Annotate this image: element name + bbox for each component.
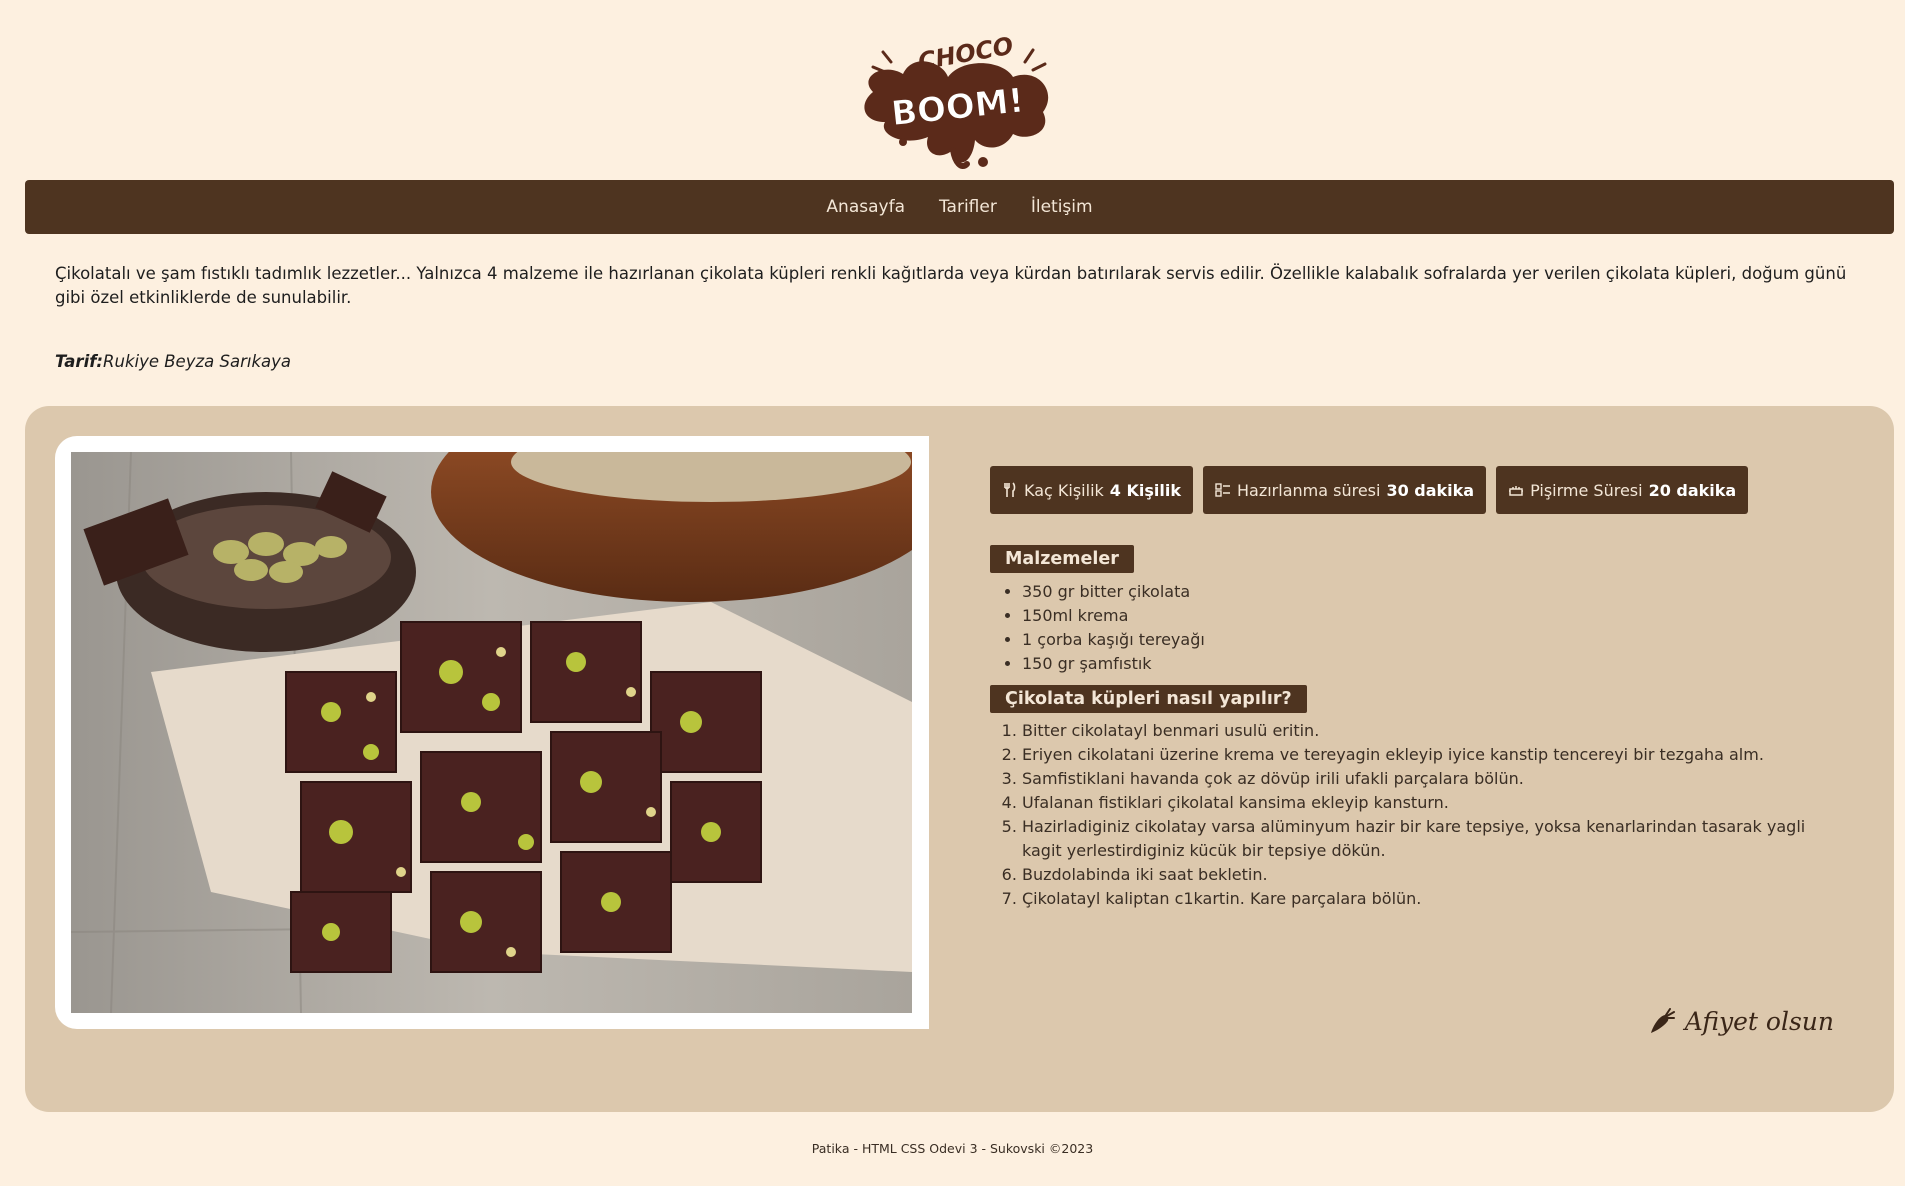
step-item: Ufalanan fistiklari çikolatal kansima ek… [1022, 791, 1842, 815]
main-nav: Anasayfa Tarifler İletişim [25, 180, 1894, 234]
step-item: Hazirladiginiz cikolatay varsa alüminyum… [1022, 815, 1842, 863]
ingredient-item: 350 gr bitter çikolata [1022, 580, 1850, 604]
ingredient-item: 1 çorba kaşığı tereyağı [1022, 628, 1850, 652]
step-item: Samfistiklani havanda çok az dövüp irili… [1022, 767, 1842, 791]
recipe-author: Tarif:Rukiye Beyza Sarıkaya [55, 352, 291, 371]
step-item: Çikolatayl kaliptan c1kartin. Kare parça… [1022, 887, 1842, 911]
recipe-card: Kaç Kişilik 4 Kişilik Hazırlanma süresi … [25, 406, 1894, 1112]
step-item: Bitter cikolatayl benmari usulü eritin. [1022, 719, 1842, 743]
ingredients-title: Malzemeler [990, 545, 1134, 573]
checklist-icon [1215, 483, 1230, 497]
step-item: Buzdolabinda iki saat bekletin. [1022, 863, 1842, 887]
ingredient-item: 150 gr şamfıstık [1022, 652, 1850, 676]
recipe-info-row: Kaç Kişilik 4 Kişilik Hazırlanma süresi … [990, 466, 1850, 514]
steps-title: Çikolata küpleri nasıl yapılır? [990, 685, 1307, 713]
cook-time-badge: Pişirme Süresi 20 dakika [1496, 466, 1749, 514]
closing-text: Afiyet olsun [1684, 1006, 1834, 1036]
prep-label: Hazırlanma süresi [1236, 480, 1381, 500]
cook-value: 20 dakika [1648, 480, 1737, 500]
nav-recipes[interactable]: Tarifler [939, 197, 997, 217]
cook-label: Pişirme Süresi [1530, 480, 1643, 500]
steps-list: Bitter cikolatayl benmari usulü eritin. … [1022, 719, 1842, 911]
nav-contact[interactable]: İletişim [1031, 197, 1093, 217]
nav-home[interactable]: Anasayfa [826, 197, 905, 217]
carrot-icon [1650, 1008, 1675, 1033]
prep-value: 30 dakika [1386, 480, 1475, 500]
recipe-photo-frame [55, 436, 929, 1029]
footer: Patika - HTML CSS Odevi 3 - Sukovski ©20… [0, 1141, 1905, 1156]
author-label: Tarif: [55, 352, 104, 371]
utensils-icon [1004, 482, 1016, 497]
ingredient-item: 150ml krema [1022, 604, 1850, 628]
logo[interactable]: CHOCO BOOM! [0, 22, 1905, 177]
recipe-details: Kaç Kişilik 4 Kişilik Hazırlanma süresi … [990, 466, 1850, 911]
footer-text: Patika - HTML CSS Odevi 3 - Sukovski ©20… [811, 1141, 1094, 1156]
choco-boom-logo: CHOCO BOOM! [863, 32, 1048, 169]
servings-badge: Kaç Kişilik 4 Kişilik [990, 466, 1193, 514]
ingredients-list: 350 gr bitter çikolata 150ml krema 1 çor… [1022, 580, 1850, 676]
prep-time-badge: Hazırlanma süresi 30 dakika [1202, 466, 1487, 514]
intro-text: Çikolatalı ve şam fıstıklı tadımlık lezz… [55, 264, 1847, 307]
servings-value: 4 Kişilik [1109, 480, 1181, 500]
step-item: Eriyen cikolatani üzerine krema ve terey… [1022, 743, 1842, 767]
chocolate-cubes-photo [71, 452, 912, 1013]
bon-appetit: Afiyet olsun [1647, 1006, 1834, 1036]
author-name: Rukiye Beyza Sarıkaya [103, 352, 291, 371]
servings-label: Kaç Kişilik [1024, 480, 1104, 500]
cooking-pot-icon [1509, 486, 1524, 496]
